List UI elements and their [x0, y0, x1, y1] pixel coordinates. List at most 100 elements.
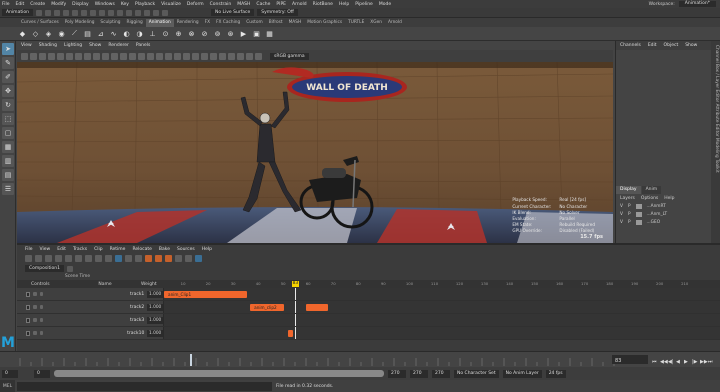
track-lock-icon[interactable] — [39, 318, 44, 322]
viewport-menu-renderer[interactable]: Renderer — [108, 43, 129, 48]
shelf-tab-12[interactable]: TURTLE — [345, 19, 367, 27]
track-row[interactable]: track3 1.000 — [17, 314, 720, 327]
wireframe-icon[interactable] — [120, 52, 127, 60]
time-editor-menu-bake[interactable]: Bake — [159, 247, 170, 252]
time-editor-menu-sources[interactable]: Sources — [177, 247, 195, 252]
options-menu[interactable]: Options — [641, 196, 658, 201]
viewport-menu-panels[interactable]: Panels — [136, 43, 150, 48]
layer-visibility[interactable]: V — [620, 220, 623, 225]
add-composition-icon[interactable] — [66, 265, 73, 272]
shelf-tab-0[interactable]: Curves / Surfaces — [18, 19, 62, 27]
layer-playback[interactable]: P — [628, 220, 631, 225]
motion-blur-icon[interactable] — [183, 52, 190, 60]
shadows-icon[interactable] — [165, 52, 172, 60]
track-weight-field[interactable]: 1.000 — [147, 316, 163, 324]
render-icon[interactable] — [152, 9, 159, 16]
menu-arnold[interactable]: Arnold — [292, 2, 307, 7]
playback-control-icon[interactable]: |▶ — [692, 359, 698, 365]
current-time-marker[interactable] — [190, 354, 192, 366]
layer-row[interactable]: V P ...GEO — [616, 218, 711, 226]
track-solo-icon[interactable] — [33, 305, 37, 309]
playback-control-icon[interactable]: ⏮ — [652, 359, 657, 365]
constraint-icon[interactable]: ⊕ — [174, 29, 183, 38]
time-editor-menu-view[interactable]: View — [40, 247, 51, 252]
time-editor-menu-file[interactable]: File — [25, 247, 33, 252]
help-menu[interactable]: Help — [664, 196, 674, 201]
shelf-tab-7[interactable]: FX Caching — [213, 19, 243, 27]
split-icon[interactable] — [75, 255, 82, 262]
shelf-tab-8[interactable]: Custom — [243, 19, 265, 27]
command-line[interactable] — [17, 381, 272, 391]
open-scene-icon[interactable] — [44, 9, 51, 16]
retime-icon[interactable] — [185, 255, 192, 262]
viewport-3d[interactable]: WALL OF DEATH Playback Speed: Real [24 fp… — [17, 62, 613, 243]
ik-handle-icon[interactable]: ⊥ — [148, 29, 157, 38]
four-view-icon[interactable]: ▦ — [2, 141, 14, 153]
menu-cache[interactable]: Cache — [256, 2, 270, 7]
snap-grid-icon[interactable] — [107, 9, 114, 16]
image-plane-icon[interactable] — [48, 52, 55, 60]
composition-dropdown[interactable]: Composition1 — [25, 265, 64, 272]
time-ruler[interactable]: 10 20 30 40 50 60 70 80 90 100 110 120 130 140 150 160 1… — [164, 280, 720, 288]
menu-pipeline[interactable]: Pipeline — [355, 2, 373, 7]
xray-joints-icon[interactable] — [228, 52, 235, 60]
gate-mask-icon[interactable] — [84, 52, 91, 60]
snap-icon[interactable] — [115, 255, 122, 262]
track-mute-checkbox[interactable] — [26, 291, 31, 297]
redo-icon[interactable] — [71, 9, 78, 16]
shelf-tab-5[interactable]: Rendering — [174, 19, 202, 27]
unghost-icon[interactable]: ◑ — [135, 29, 144, 38]
menu-pipe[interactable]: PIPE — [276, 2, 286, 7]
shelf-tab-1[interactable]: Poly Modeling — [62, 19, 98, 27]
shelf-tab-3[interactable]: Rigging — [124, 19, 146, 27]
textured-icon[interactable] — [147, 52, 154, 60]
group-icon[interactable] — [95, 255, 102, 262]
layer-row[interactable]: V P ...AnmRT — [616, 202, 711, 210]
persp-graph-icon[interactable]: ▤ — [2, 169, 14, 181]
menu-mash[interactable]: MASH — [237, 2, 250, 7]
end-field-2[interactable]: 270 — [432, 369, 450, 378]
track-weight-field[interactable]: 1.000 — [147, 303, 163, 311]
menu-constrain[interactable]: Constrain — [210, 2, 232, 7]
ghost-icon[interactable]: ◐ — [122, 29, 131, 38]
create-clip-icon[interactable] — [145, 255, 152, 262]
viewport-menu-shading[interactable]: Shading — [39, 43, 57, 48]
snap-curve-icon[interactable] — [116, 9, 123, 16]
tab-anim[interactable]: Anim — [641, 186, 662, 194]
track-lock-icon[interactable] — [39, 305, 44, 309]
lasso-tool-icon[interactable]: ✎ — [2, 57, 14, 69]
select-camera-icon[interactable] — [21, 52, 28, 60]
playback-control-icon[interactable]: ◀◀ — [660, 359, 668, 365]
time-editor-menu-help[interactable]: Help — [202, 247, 212, 252]
time-editor-menu-relocate[interactable]: Relocate — [132, 247, 151, 252]
track-clip[interactable]: anim_Clip1 — [164, 291, 248, 298]
channel-menu-channels[interactable]: Channels — [620, 43, 641, 48]
inner-end-field[interactable]: 270 — [388, 369, 406, 378]
shelf-tab-9[interactable]: Bifrost — [266, 19, 286, 27]
track-solo-icon[interactable] — [33, 331, 37, 335]
field-chart-icon[interactable] — [93, 52, 100, 60]
track-solo-icon[interactable] — [33, 292, 37, 296]
channel-menu-object[interactable]: Object — [664, 43, 679, 48]
track-row[interactable]: track10 1.000 — [17, 327, 720, 340]
move-tool-icon[interactable]: ✥ — [2, 85, 14, 97]
playblast-icon[interactable]: ▶ — [239, 29, 248, 38]
menu-key[interactable]: Key — [121, 2, 129, 7]
key-rotate-icon[interactable]: ◈ — [44, 29, 53, 38]
track-clip[interactable]: anim_clip2 — [250, 304, 284, 311]
character-set-dropdown[interactable]: No Character Set — [454, 369, 499, 378]
layer-color-swatch[interactable] — [635, 203, 642, 209]
workspace-dropdown[interactable]: Animation* — [678, 1, 716, 7]
mute-icon[interactable] — [25, 255, 32, 262]
key-scale-icon[interactable]: ◉ — [57, 29, 66, 38]
playback-control-icon[interactable]: ⏭ — [708, 359, 713, 365]
playback-control-icon[interactable]: ▶▶ — [700, 359, 708, 365]
inner-start-field[interactable]: 0 — [34, 369, 50, 378]
scale-tool-icon[interactable]: ⬚ — [2, 113, 14, 125]
track-lane[interactable]: anim_clip2 — [164, 301, 720, 313]
safe-title-icon[interactable] — [111, 52, 118, 60]
menu-modify[interactable]: Modify — [51, 2, 66, 7]
end-field[interactable]: 270 — [410, 369, 428, 378]
track-mute-checkbox[interactable] — [26, 317, 31, 323]
menu-file[interactable]: File — [2, 2, 10, 7]
